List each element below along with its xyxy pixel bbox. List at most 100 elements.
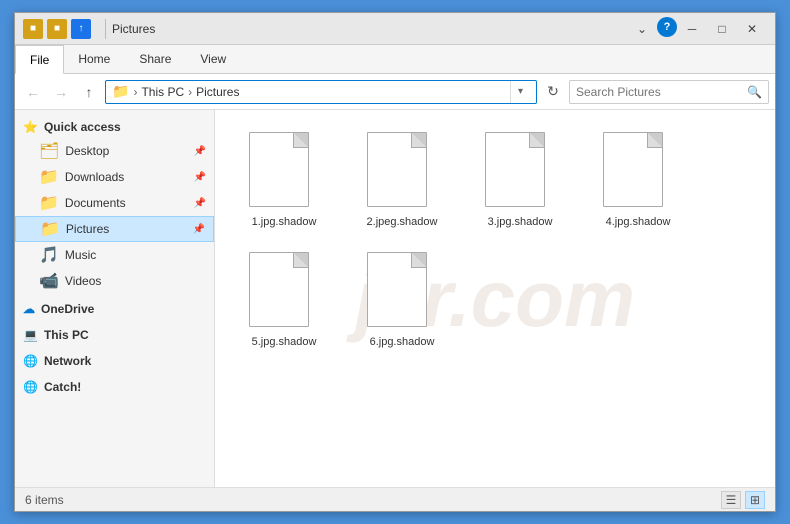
pin-icon: 📌 <box>194 172 206 183</box>
file-fold <box>294 133 308 147</box>
sidebar-section-catch: 🌐 Catch! <box>15 376 214 398</box>
search-input[interactable] <box>576 85 743 99</box>
refresh-button[interactable]: ↻ <box>541 80 565 104</box>
file-area: jsr.com 1.jpg.shadow <box>215 110 775 487</box>
file-item[interactable]: 2.jpeg.shadow <box>347 124 457 236</box>
path-separator-1: › <box>133 85 137 99</box>
search-icon: 🔍 <box>747 85 762 99</box>
sidebar-item-desktop[interactable]: 🗂 Desktop 📌 <box>15 138 214 164</box>
sidebar-item-label: Pictures <box>66 222 109 236</box>
sidebar-item-downloads[interactable]: 📁 Downloads 📌 <box>15 164 214 190</box>
file-page <box>603 132 663 207</box>
music-folder-icon: 🎵 <box>39 245 59 265</box>
file-label: 4.jpg.shadow <box>606 216 671 228</box>
file-icon <box>367 252 437 332</box>
ribbon-tabs: File Home Share View <box>15 45 775 73</box>
sidebar-item-label: Downloads <box>65 170 124 184</box>
tab-share[interactable]: Share <box>125 45 186 73</box>
back-button[interactable]: ← <box>21 80 45 104</box>
file-icon <box>367 132 437 212</box>
file-fold <box>530 133 544 147</box>
files-grid: 1.jpg.shadow 2.jpeg.shadow <box>225 120 765 360</box>
grid-view-button[interactable]: ⊞ <box>745 491 765 509</box>
file-label: 5.jpg.shadow <box>252 336 317 348</box>
tab-file[interactable]: File <box>15 45 64 74</box>
catch-icon: 🌐 <box>23 380 38 394</box>
file-icon <box>603 132 673 212</box>
view-controls: ☰ ⊞ <box>721 491 765 509</box>
explorer-window: ■ ■ ↑ Pictures ⌄ ? ─ □ ✕ File Home Share… <box>14 12 776 512</box>
sidebar-item-music[interactable]: 🎵 Music <box>15 242 214 268</box>
file-page <box>485 132 545 207</box>
sidebar-item-videos[interactable]: 📹 Videos <box>15 268 214 294</box>
onedrive-label: OneDrive <box>41 302 94 316</box>
path-this-pc[interactable]: This PC <box>141 85 184 99</box>
minimize-button[interactable]: ─ <box>677 17 707 41</box>
pin-icon: 📌 <box>194 146 206 157</box>
list-view-button[interactable]: ☰ <box>721 491 741 509</box>
sidebar-catch-header[interactable]: 🌐 Catch! <box>15 376 214 398</box>
sidebar-item-documents[interactable]: 📁 Documents 📌 <box>15 190 214 216</box>
file-icon <box>249 252 319 332</box>
file-item[interactable]: 4.jpg.shadow <box>583 124 693 236</box>
file-page <box>249 252 309 327</box>
file-label: 3.jpg.shadow <box>488 216 553 228</box>
downloads-folder-icon: 📁 <box>39 167 59 187</box>
file-page <box>367 132 427 207</box>
file-fold <box>412 253 426 267</box>
address-path[interactable]: 📁 › This PC › Pictures ▾ <box>105 80 537 104</box>
sidebar-item-label: Music <box>65 248 96 262</box>
window-title: Pictures <box>112 22 627 36</box>
sidebar-quick-access-header[interactable]: ⭐ Quick access <box>15 116 214 138</box>
chevron-down-icon[interactable]: ⌄ <box>627 17 657 41</box>
file-item[interactable]: 5.jpg.shadow <box>229 244 339 356</box>
quick-icon-2[interactable]: ■ <box>47 19 67 39</box>
file-fold <box>294 253 308 267</box>
maximize-button[interactable]: □ <box>707 17 737 41</box>
status-bar: 6 items ☰ ⊞ <box>15 487 775 511</box>
sidebar: ⭐ Quick access 🗂 Desktop 📌 📁 Downloads 📌… <box>15 110 215 487</box>
pin-icon: 📌 <box>194 198 206 209</box>
help-icon[interactable]: ? <box>657 17 677 37</box>
title-bar: ■ ■ ↑ Pictures ⌄ ? ─ □ ✕ <box>15 13 775 45</box>
ribbon: File Home Share View <box>15 45 775 74</box>
onedrive-icon: ☁ <box>23 302 35 316</box>
documents-folder-icon: 📁 <box>39 193 59 213</box>
sidebar-section-network: 🌐 Network <box>15 350 214 372</box>
path-pictures[interactable]: Pictures <box>196 85 239 99</box>
quick-icon-1[interactable]: ■ <box>23 19 43 39</box>
tab-view[interactable]: View <box>186 45 241 73</box>
sidebar-item-pictures[interactable]: 📁 Pictures 📌 <box>15 216 214 242</box>
path-separator-2: › <box>188 85 192 99</box>
pin-icon: 📌 <box>193 224 205 235</box>
sidebar-item-label: Videos <box>65 274 101 288</box>
file-label: 2.jpeg.shadow <box>367 216 438 228</box>
title-bar-controls: ⌄ ? ─ □ ✕ <box>627 17 767 41</box>
up-button[interactable]: ↑ <box>77 80 101 104</box>
pictures-folder-icon: 📁 <box>40 219 60 239</box>
forward-button[interactable]: → <box>49 80 73 104</box>
thispc-icon: 💻 <box>23 328 38 342</box>
file-icon <box>485 132 555 212</box>
catch-label: Catch! <box>44 380 81 394</box>
network-icon: 🌐 <box>23 354 38 368</box>
quick-access-icon: ⭐ <box>23 120 38 134</box>
file-icon <box>249 132 319 212</box>
sidebar-section-thispc: 💻 This PC <box>15 324 214 346</box>
file-label: 1.jpg.shadow <box>252 216 317 228</box>
sidebar-thispc-header[interactable]: 💻 This PC <box>15 324 214 346</box>
sidebar-network-header[interactable]: 🌐 Network <box>15 350 214 372</box>
sidebar-onedrive-header[interactable]: ☁ OneDrive <box>15 298 214 320</box>
sidebar-section-quick-access: ⭐ Quick access 🗂 Desktop 📌 📁 Downloads 📌… <box>15 116 214 294</box>
close-button[interactable]: ✕ <box>737 17 767 41</box>
file-item[interactable]: 1.jpg.shadow <box>229 124 339 236</box>
file-fold <box>412 133 426 147</box>
search-box[interactable]: 🔍 <box>569 80 769 104</box>
item-count: 6 items <box>25 493 64 507</box>
quick-icon-3[interactable]: ↑ <box>71 19 91 39</box>
file-item[interactable]: 3.jpg.shadow <box>465 124 575 236</box>
sidebar-item-label: Documents <box>65 196 126 210</box>
path-dropdown-icon[interactable]: ▾ <box>510 81 530 103</box>
file-item[interactable]: 6.jpg.shadow <box>347 244 457 356</box>
tab-home[interactable]: Home <box>64 45 125 73</box>
